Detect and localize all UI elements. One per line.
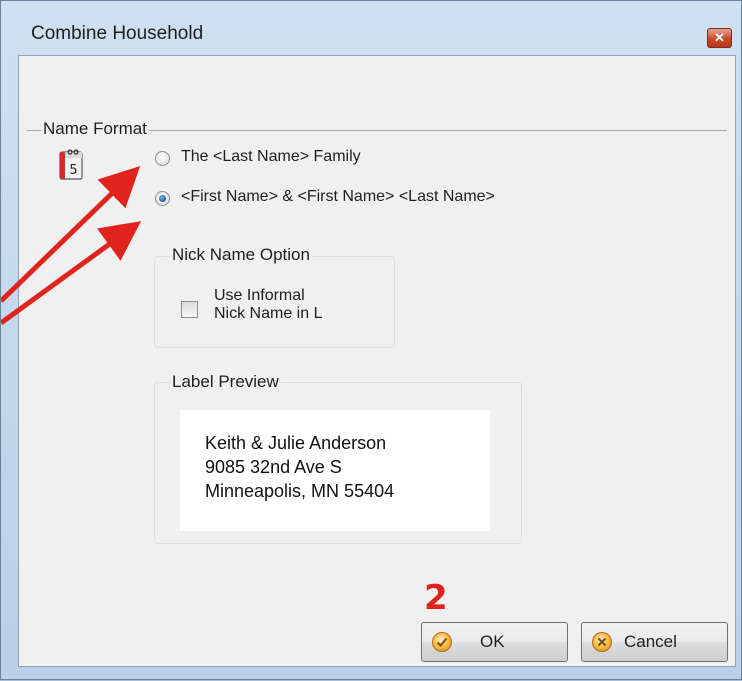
- informal-nick-name-checkbox[interactable]: [181, 301, 198, 318]
- calendar-icon-number: 5: [69, 163, 77, 178]
- informal-nick-name-label-line2[interactable]: Nick Name in L: [214, 305, 322, 323]
- cancel-button[interactable]: Cancel: [581, 622, 728, 662]
- cancel-button-label: Cancel: [624, 632, 677, 651]
- nick-name-option-legend: Nick Name Option: [170, 245, 312, 265]
- radio-first-first-last[interactable]: [155, 191, 170, 206]
- annotation-step-number: 2: [424, 578, 448, 618]
- close-icon[interactable]: ✕: [707, 28, 732, 48]
- dialog-body: Name Format 5 The <Last Name> Family <Fi…: [18, 55, 736, 667]
- ok-button[interactable]: OK: [421, 622, 568, 662]
- preview-line-city: Minneapolis, MN 55404: [205, 481, 395, 501]
- name-format-legend: Name Format: [41, 119, 149, 139]
- radio-last-name-family[interactable]: [155, 151, 170, 166]
- title-bar[interactable]: Combine Household ✕: [1, 1, 741, 53]
- radio-first-first-last-label[interactable]: <First Name> & <First Name> <Last Name>: [181, 188, 495, 206]
- ok-button-label: OK: [480, 632, 505, 651]
- preview-line-street: 9085 32nd Ave S: [205, 457, 342, 477]
- cancel-x-icon: [592, 632, 612, 652]
- preview-line-name: Keith & Julie Anderson: [205, 433, 387, 453]
- window-title: Combine Household: [31, 23, 204, 44]
- informal-nick-name-label-line1[interactable]: Use Informal: [214, 287, 305, 305]
- label-preview-legend: Label Preview: [170, 372, 281, 392]
- combine-household-dialog: Combine Household ✕ Name Format 5 The <L…: [0, 0, 742, 680]
- label-preview-box: Keith & Julie Anderson 9085 32nd Ave S M…: [180, 410, 490, 531]
- ok-check-icon: [432, 632, 452, 652]
- radio-last-name-family-label[interactable]: The <Last Name> Family: [181, 148, 361, 166]
- calendar-icon: 5: [59, 147, 85, 181]
